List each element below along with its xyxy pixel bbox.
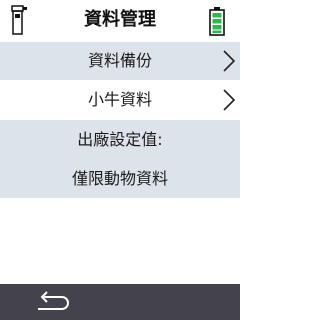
back-icon[interactable] [34, 291, 72, 313]
factory-settings-sublabel: 僅限動物資料 [71, 169, 168, 188]
page-title: 資料管理 [84, 9, 156, 30]
factory-settings-label: 出廠設定值: [77, 130, 163, 149]
chevron-right-icon [222, 49, 236, 73]
menu-item-label: 資料備份 [87, 51, 152, 70]
menu-item-calf-data[interactable]: 小牛資料 [0, 81, 240, 119]
menu-item-data-backup[interactable]: 資料備份 [0, 42, 240, 80]
menu-item-factory-settings[interactable]: 出廠設定值: 僅限動物資料 [0, 120, 240, 198]
menu-item-label: 小牛資料 [87, 90, 152, 109]
header-bar: 資料管理 [0, 0, 240, 40]
chevron-right-icon [222, 88, 236, 112]
battery-icon [208, 6, 226, 36]
screen: 資料管理 資料備份 小牛資料 出廠設定值: 僅限動物資料 [0, 0, 240, 320]
footer-bar [0, 284, 240, 320]
